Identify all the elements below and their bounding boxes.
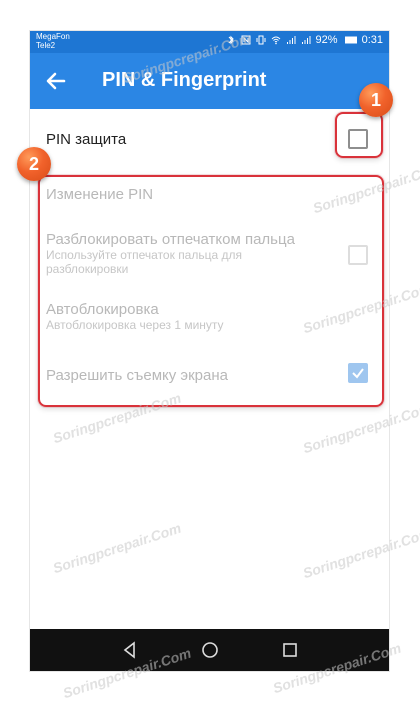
battery-percent: 92% bbox=[315, 34, 338, 46]
nfc-icon bbox=[241, 35, 251, 45]
carrier-info: MegaFon Tele2 bbox=[36, 32, 70, 50]
callout-frame-1 bbox=[335, 112, 383, 158]
carrier-2: Tele2 bbox=[36, 41, 56, 50]
signal-icon-1 bbox=[286, 36, 296, 44]
navigation-bar bbox=[30, 629, 389, 671]
recents-nav-icon[interactable] bbox=[280, 640, 300, 660]
back-nav-icon[interactable] bbox=[120, 640, 140, 660]
vibrate-icon bbox=[256, 35, 266, 45]
setting-label: PIN защита bbox=[46, 131, 127, 148]
carrier-1: MegaFon bbox=[36, 32, 70, 41]
battery-icon bbox=[344, 36, 357, 44]
callout-frame-2 bbox=[38, 175, 384, 407]
callout-badge-1: 1 bbox=[359, 83, 393, 117]
page-title: PIN & Fingerprint bbox=[102, 69, 267, 91]
home-nav-icon[interactable] bbox=[200, 640, 220, 660]
back-arrow-icon[interactable] bbox=[44, 69, 68, 93]
clock: 0:31 bbox=[361, 34, 383, 46]
wifi-icon bbox=[271, 36, 280, 45]
bluetooth-icon bbox=[228, 35, 234, 45]
callout-badge-2: 2 bbox=[17, 147, 51, 181]
setting-pin-protection[interactable]: PIN защита bbox=[46, 131, 126, 148]
signal-icon-2 bbox=[301, 36, 311, 44]
app-bar: PIN & Fingerprint bbox=[30, 53, 389, 109]
status-bar: MegaFon Tele2 92% 0:31 bbox=[30, 31, 389, 53]
status-icons: 92% 0:31 bbox=[226, 34, 383, 46]
